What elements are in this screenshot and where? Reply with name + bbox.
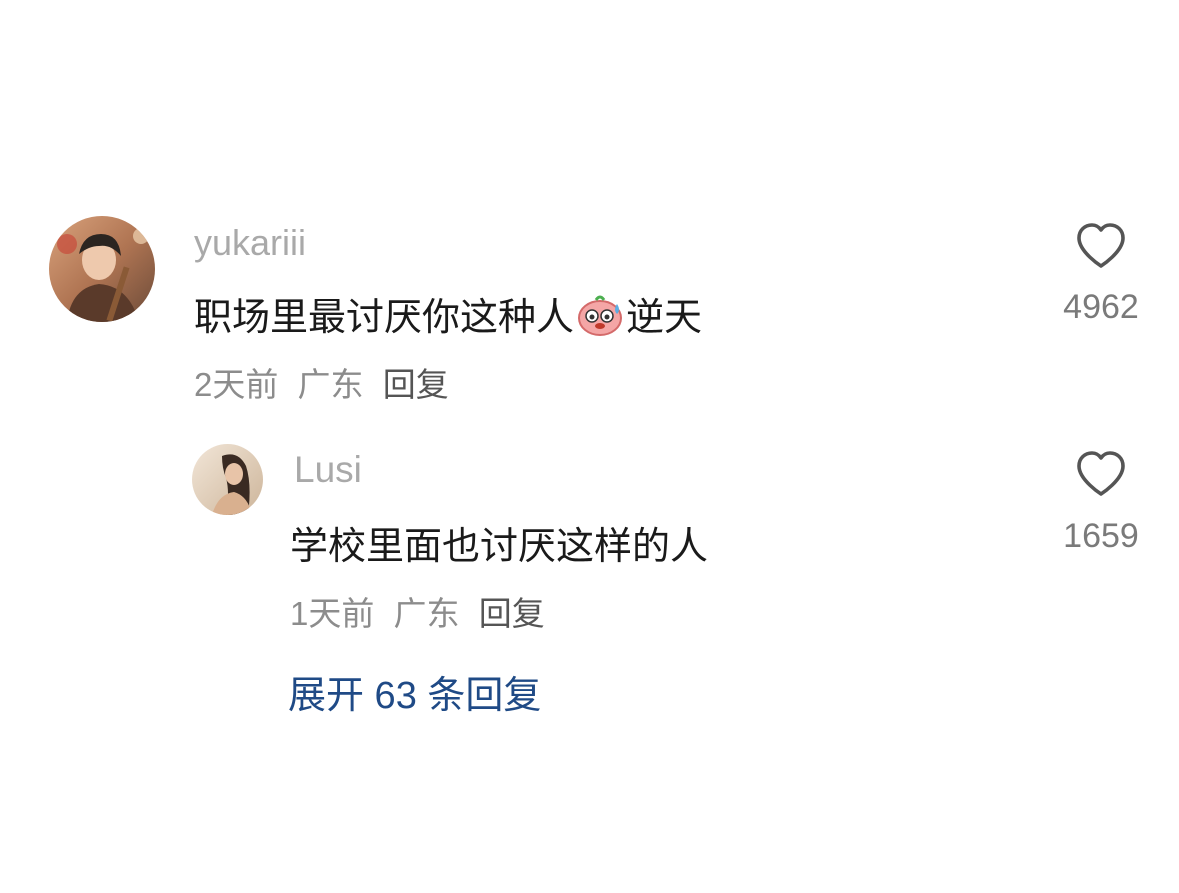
like-count: 4962 <box>1063 288 1139 326</box>
sweat-pig-emoji <box>576 292 624 348</box>
reply-button[interactable]: 回复 <box>479 587 545 635</box>
timestamp: 2天前 <box>194 366 279 403</box>
comment-meta: 2天前 广东 回复 <box>194 358 449 406</box>
location: 广东 <box>393 595 460 632</box>
comment-text-part: 逆天 <box>626 297 703 339</box>
username[interactable]: yukariii <box>194 222 306 264</box>
reply-button[interactable]: 回复 <box>383 358 449 406</box>
heart-outline-icon[interactable] <box>1075 222 1127 270</box>
like-count: 1659 <box>1063 517 1139 555</box>
comment-text-part: 职场里最讨厌你这种人 <box>194 297 575 339</box>
timestamp: 1天前 <box>290 595 375 632</box>
expand-replies-button[interactable]: 展开 63 条回复 <box>288 664 541 719</box>
avatar[interactable] <box>192 444 263 515</box>
heart-outline-icon[interactable] <box>1075 450 1127 498</box>
location: 广东 <box>297 366 364 403</box>
comment-text: 职场里最讨厌你这种人 逆天 <box>194 286 702 348</box>
reply-text: 学校里面也讨厌这样的人 <box>290 526 709 568</box>
avatar-image <box>192 444 263 515</box>
avatar[interactable] <box>49 216 155 322</box>
avatar-image <box>49 216 155 322</box>
username[interactable]: Lusi <box>294 449 362 491</box>
reply-meta: 1天前 广东 回复 <box>290 587 545 635</box>
